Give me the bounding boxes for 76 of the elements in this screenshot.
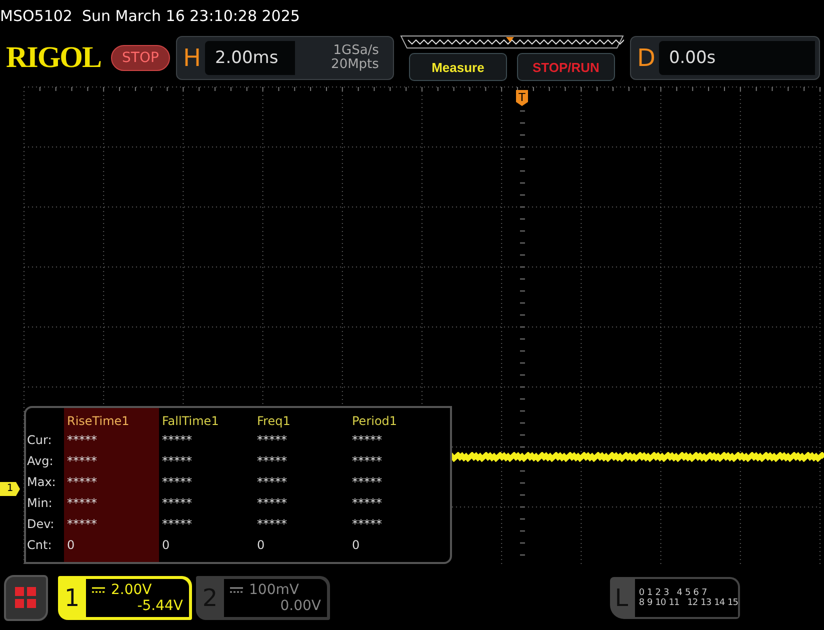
column-header[interactable]: RiseTime1 [64,408,159,430]
table-cell-text: ***** [161,432,193,449]
table-cell-text: ***** [351,474,383,491]
run-state-badge: STOP [111,45,170,71]
dc-coupling-icon [230,586,243,594]
delay-value: 0.00s [658,41,815,75]
table-cell-text: ***** [351,432,383,449]
vertical-scale: 100mV [249,582,299,598]
table-cell-text: ***** [66,474,98,491]
memory-depth: 20Mpts [331,58,379,72]
logic-bit-label: 3 [664,588,669,598]
table-cell-text: ***** [161,453,193,470]
row-label: Dev: [26,516,56,533]
logic-bit-label: 14 [714,598,725,608]
table-cell-text: ***** [351,453,383,470]
dc-coupling-icon [92,586,105,594]
row-label: Cur: [26,432,53,449]
row-label: Max: [26,474,57,491]
table-cell-text: ***** [161,495,193,512]
table-cell-text: ***** [256,495,288,512]
logic-bit-label: 15 [728,598,738,608]
toolbar-button[interactable]: STOP/RUN [516,53,615,81]
logic-bit-label: 12 [687,598,698,608]
column-header[interactable]: FallTime1 [159,408,254,430]
grid-menu-icon [15,587,37,609]
table-cell-text: 0 [351,537,361,554]
table-cell-text: ***** [351,516,383,533]
logic-bit-label: 11 [668,598,680,608]
logic-bit-label: 4 [676,588,682,598]
vertical-offset: -5.44V [137,598,183,614]
delay-label: D [636,44,656,72]
delay-panel[interactable]: D 0.00s [630,36,820,80]
memory-overview-icon [400,35,624,49]
vertical-offset: 0.00V [280,598,321,614]
table-cell-text: ***** [66,495,98,512]
table-cell-text: ***** [256,516,288,533]
logic-bit-label: 5 [684,588,690,598]
logic-bit-label: 0 [638,588,644,598]
table-cell-text: ***** [256,474,288,491]
sample-rate: 1GSa/s [333,44,379,58]
logic-bit-label: 6 [693,588,698,598]
column-header[interactable]: Period1 [349,408,444,430]
table-cell-text: 0 [161,537,171,554]
row-label: Avg: [26,453,54,470]
trigger-position-marker[interactable]: T [516,90,528,106]
column-header[interactable]: Freq1 [254,408,349,430]
table-cell-text: ***** [256,453,288,470]
logic-bit-label: 8 [638,598,644,608]
table-cell-text: ***** [66,516,98,533]
table-cell-text: 0 [66,537,76,554]
logic-bit-label: 2 [655,588,661,598]
table-cell-text: ***** [66,432,98,449]
table-cell-text: ***** [256,432,288,449]
channel-number: 1 [63,583,81,614]
brand-logo: RIGOL [6,41,102,75]
table-cell-text: ***** [161,516,193,533]
row-label: Min: [26,495,54,512]
horizontal-label: H [182,44,202,72]
table-cell-text: ***** [351,495,383,512]
logic-bit-label: 13 [700,598,712,608]
channel-offset-marker[interactable]: 1 [0,482,20,496]
logic-bit-label: 10 [655,598,666,608]
logic-bit-label: 9 [647,598,652,608]
menu-button[interactable] [4,575,48,621]
vertical-scale: 2.00V [111,582,152,598]
channel-panel[interactable]: 1 2.00V -5.44V [58,576,192,620]
table-cell-text: ***** [66,453,98,470]
toolbar-button[interactable]: Measure [408,53,507,81]
table-cell-text: 0 [256,537,266,554]
title-text: MSO5102 Sun March 16 23:10:28 2025 [0,7,300,25]
table-cell-text: ***** [161,474,193,491]
row-label: Cnt: [26,537,53,554]
logic-bit-label: 7 [701,588,707,598]
logic-bit-label: 1 [647,588,652,598]
horizontal-panel[interactable]: H 2.00ms 1GSa/s 20Mpts [176,36,394,80]
timebase-scale: 2.00ms [204,41,295,75]
